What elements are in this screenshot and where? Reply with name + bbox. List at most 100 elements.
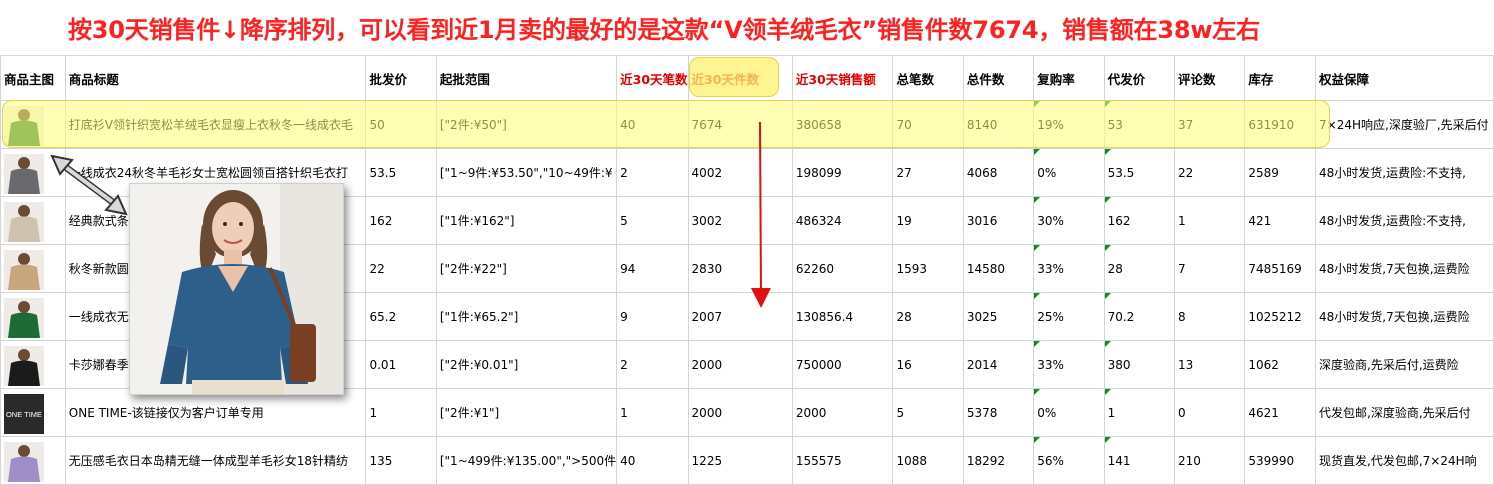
grey-sweater-thumb[interactable] [4, 154, 44, 194]
cell-pieces30: 1225 [687, 436, 793, 485]
cell-stock: 1062 [1244, 340, 1317, 389]
cell-price: 50 [365, 100, 437, 149]
cell-rights: 深度验商,先采后付,运费险 [1315, 340, 1494, 389]
cell-repurchase: 25% [1033, 292, 1105, 341]
cell-reviews: 0 [1173, 388, 1246, 437]
cell-stock: 539990 [1244, 436, 1317, 485]
cell-pieces30: 4002 [687, 148, 793, 197]
cell-sales30: 62260 [791, 244, 894, 293]
cell-stock: 4621 [1244, 388, 1317, 437]
comment-marker-icon [1105, 245, 1111, 251]
header-range[interactable]: 起批范围 [435, 55, 618, 101]
green-sweater-thumb[interactable] [4, 106, 44, 146]
header-sales30[interactable]: 近30天销售额 [791, 55, 894, 101]
cell-reviews: 13 [1173, 340, 1246, 389]
cell-sales30: 155575 [791, 436, 894, 485]
cell-pieces30: 7674 [687, 100, 793, 149]
header-title[interactable]: 商品标题 [64, 55, 367, 101]
header-stock[interactable]: 库存 [1244, 55, 1317, 101]
comment-marker-icon [1105, 389, 1111, 395]
table-header-row: 商品主图 商品标题 批发价 起批范围 近30天笔数 近30天件数 近30天销售额 总笔数 总件数… [0, 55, 1494, 101]
cell-dropship: 28 [1103, 244, 1175, 293]
green-knit-thumb[interactable] [4, 298, 44, 338]
header-rights[interactable]: 权益保障 [1315, 55, 1494, 101]
cell-repurchase: 56% [1033, 436, 1105, 485]
cell-orders: 1593 [892, 244, 964, 293]
product-thumbnail-cell [0, 292, 66, 341]
cell-orders30: 40 [616, 436, 689, 485]
cell-orders: 1088 [892, 436, 964, 485]
product-thumbnail-cell [0, 436, 66, 485]
cell-orders: 16 [892, 340, 964, 389]
cell-orders: 5 [892, 388, 964, 437]
cell-stock: 7485169 [1244, 244, 1317, 293]
header-reviews[interactable]: 评论数 [1173, 55, 1246, 101]
cell-stock: 631910 [1244, 100, 1317, 149]
cell-orders30: 5 [616, 196, 689, 245]
cell-rights: 48小时发货,7天包换,运费险 [1315, 244, 1494, 293]
cell-sales30: 486324 [791, 196, 894, 245]
cell-pieces: 8140 [962, 100, 1035, 149]
cell-repurchase: 0% [1033, 388, 1105, 437]
product-thumbnail-cell [0, 196, 66, 245]
cell-dropship: 162 [1103, 196, 1175, 245]
header-price[interactable]: 批发价 [365, 55, 437, 101]
cell-reviews: 8 [1173, 292, 1246, 341]
cell-orders30: 2 [616, 340, 689, 389]
cell-orders30: 40 [616, 100, 689, 149]
cell-orders30: 1 [616, 388, 689, 437]
cell-sales30: 198099 [791, 148, 894, 197]
table-row[interactable]: 打底衫V领针织宽松羊绒毛衣显瘦上衣秋冬一线成衣毛 50 ["2件:¥50"] 40 76… [0, 100, 1494, 149]
header-pieces[interactable]: 总件数 [962, 55, 1035, 101]
purple-sweater-thumb[interactable] [4, 442, 44, 482]
cell-reviews: 37 [1173, 100, 1246, 149]
cell-rights: 代发包邮,深度验商,先采后付 [1315, 388, 1494, 437]
cell-dropship: 1 [1103, 388, 1175, 437]
table-row[interactable]: ONE TIME ONE TIME-该链接仅为客户订单专用 1 ["2件:¥1"] 1 2… [0, 388, 1494, 437]
black-coat-thumb[interactable] [4, 346, 44, 386]
cell-orders: 19 [892, 196, 964, 245]
comment-marker-icon [1105, 101, 1111, 107]
cell-price: 65.2 [365, 292, 437, 341]
tan-sweater-thumb[interactable] [4, 250, 44, 290]
cell-rights: 7×24H响应,深度验厂,先采后付 [1315, 100, 1494, 149]
header-pieces30[interactable]: 近30天件数 [687, 55, 793, 101]
cell-repurchase: 33% [1033, 244, 1105, 293]
header-repurchase[interactable]: 复购率 [1033, 55, 1105, 101]
product-thumbnail-cell [0, 340, 66, 389]
cell-range: ["2件:¥0.01"] [435, 340, 618, 389]
thumb-logo-text: ONE TIME [6, 410, 42, 419]
cell-stock: 2589 [1244, 148, 1317, 197]
cell-pieces: 3025 [962, 292, 1035, 341]
cell-dropship: 53 [1103, 100, 1175, 149]
cell-orders30: 2 [616, 148, 689, 197]
cell-orders30: 94 [616, 244, 689, 293]
cell-orders: 70 [892, 100, 964, 149]
cell-rights: 48小时发货,运费险:不支持, [1315, 196, 1494, 245]
header-img[interactable]: 商品主图 [0, 55, 66, 101]
cell-pieces30: 2007 [687, 292, 793, 341]
cell-repurchase: 30% [1033, 196, 1105, 245]
annotation-text: 按30天销售件↓降序排列，可以看到近1月卖的最好的是这款“V领羊绒毛衣”销售件数… [68, 16, 1260, 44]
header-dropship[interactable]: 代发价 [1103, 55, 1175, 101]
beige-sweater-thumb[interactable] [4, 202, 44, 242]
cell-pieces30: 2830 [687, 244, 793, 293]
product-thumbnail-cell [0, 148, 66, 197]
cell-price: 162 [365, 196, 437, 245]
header-orders30[interactable]: 近30天笔数 [616, 55, 689, 101]
header-orders[interactable]: 总笔数 [892, 55, 964, 101]
cell-sales30: 2000 [791, 388, 894, 437]
cell-pieces: 14580 [962, 244, 1035, 293]
cell-price: 135 [365, 436, 437, 485]
comment-marker-icon [1105, 197, 1111, 203]
one-time-logo-thumb[interactable]: ONE TIME [4, 394, 44, 434]
comment-marker-icon [1105, 293, 1111, 299]
comment-marker-icon [1105, 437, 1111, 443]
cell-range: ["1~499件:¥135.00",">500件 [435, 436, 618, 485]
cell-pieces: 5378 [962, 388, 1035, 437]
cell-repurchase: 33% [1033, 340, 1105, 389]
cell-rights: 现货直发,代发包邮,7×24H响 [1315, 436, 1494, 485]
cell-dropship: 53.5 [1103, 148, 1175, 197]
table-row[interactable]: 无压感毛衣日本岛精无缝一体成型羊毛衫女18针精纺 135 ["1~499件:¥135… [0, 436, 1494, 485]
cell-title: 无压感毛衣日本岛精无缝一体成型羊毛衫女18针精纺 [64, 436, 367, 485]
